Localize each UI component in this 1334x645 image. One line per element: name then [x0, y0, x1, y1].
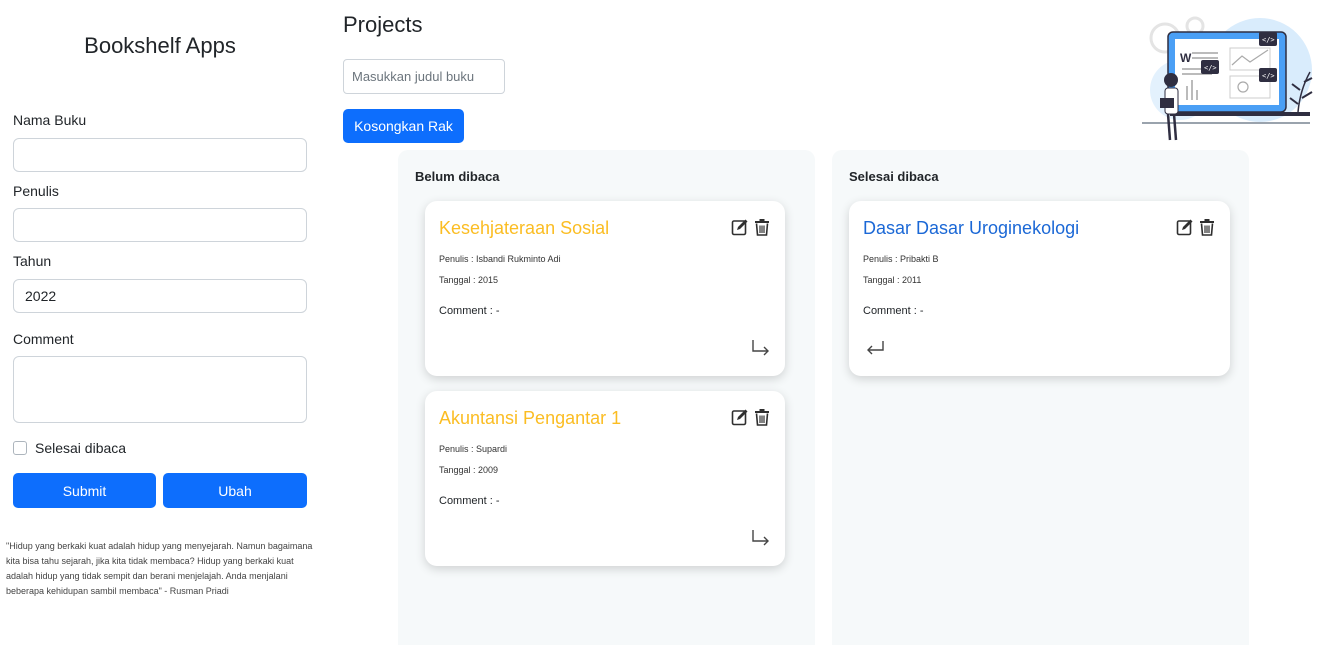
book-date: Tanggal : 2015	[439, 275, 499, 285]
year-label: Tahun	[13, 253, 52, 269]
svg-text:</>: </>	[1204, 64, 1217, 72]
reading-quote: "Hidup yang berkaki kuat adalah hidup ya…	[6, 541, 313, 596]
book-title: Kesehjateraan Sosial	[439, 218, 610, 238]
finished-shelf-title: Selesai dibaca	[849, 169, 939, 184]
book-title: Akuntansi Pengantar 1	[439, 408, 622, 428]
book-author: Penulis : Supardi	[439, 444, 508, 454]
author-label: Penulis	[13, 183, 59, 199]
search-input[interactable]	[343, 59, 505, 94]
book-card: Kesehjateraan Sosial Penulis : Isbandi R…	[425, 201, 785, 376]
book-card: Akuntansi Pengantar 1 Penulis : Supardi …	[425, 391, 785, 566]
move-to-unread-icon[interactable]	[865, 339, 885, 357]
finished-checkbox-label: Selesai dibaca	[35, 440, 127, 456]
unread-shelf: Belum dibaca Kesehjateraan Sosial Penuli…	[398, 150, 815, 645]
developer-illustration: W </> </> </>	[1142, 16, 1313, 141]
book-title: Dasar Dasar Uroginekologi	[863, 218, 1080, 238]
page-title: Projects	[343, 12, 423, 37]
book-date: Tanggal : 2009	[439, 465, 499, 475]
book-date: Tanggal : 2011	[863, 275, 922, 285]
trash-icon[interactable]	[1198, 218, 1216, 236]
book-comment: Comment : -	[863, 305, 924, 317]
book-name-label: Nama Buku	[13, 112, 87, 128]
book-name-input[interactable]	[13, 138, 307, 172]
author-input[interactable]	[13, 208, 307, 242]
edit-icon[interactable]	[1176, 218, 1194, 236]
book-comment: Comment : -	[439, 305, 500, 317]
svg-text:</>: </>	[1262, 72, 1275, 80]
submit-button[interactable]: Submit	[13, 473, 156, 508]
edit-icon[interactable]	[731, 218, 749, 236]
trash-icon[interactable]	[753, 408, 771, 426]
unread-shelf-title: Belum dibaca	[415, 169, 500, 184]
comment-label: Comment	[13, 331, 74, 347]
svg-text:W: W	[1180, 51, 1192, 65]
finished-shelf: Selesai dibaca Dasar Dasar Uroginekologi…	[832, 150, 1249, 645]
finished-checkbox-row[interactable]: Selesai dibaca	[13, 440, 126, 456]
book-card: Dasar Dasar Uroginekologi Penulis : Prib…	[849, 201, 1230, 376]
sidebar-form: Bookshelf Apps Nama Buku Penulis Tahun C…	[0, 0, 320, 645]
book-comment: Comment : -	[439, 495, 500, 507]
move-to-finished-icon[interactable]	[751, 529, 771, 547]
move-to-finished-icon[interactable]	[751, 339, 771, 357]
edit-icon[interactable]	[731, 408, 749, 426]
clear-shelf-button[interactable]: Kosongkan Rak	[343, 109, 464, 143]
year-input[interactable]	[13, 279, 307, 313]
book-author: Penulis : Isbandi Rukminto Adi	[439, 254, 561, 264]
app-title: Bookshelf Apps	[84, 33, 236, 58]
finished-checkbox[interactable]	[13, 441, 27, 455]
svg-text:</>: </>	[1262, 36, 1275, 44]
trash-icon[interactable]	[753, 218, 771, 236]
book-author: Penulis : Pribakti B	[863, 254, 939, 264]
edit-button[interactable]: Ubah	[163, 473, 307, 508]
comment-textarea[interactable]	[13, 356, 307, 423]
